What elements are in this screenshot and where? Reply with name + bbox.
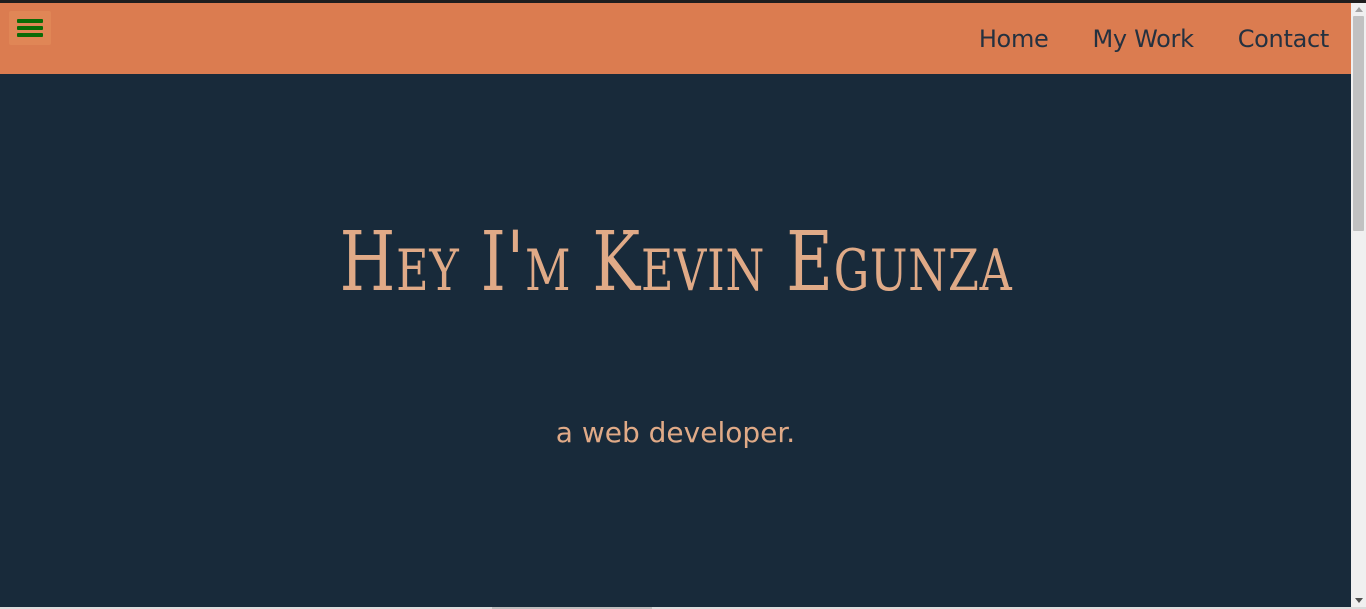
nav-links: Home My Work Contact (935, 23, 1329, 55)
vertical-scrollbar[interactable] (1351, 3, 1366, 607)
hamburger-menu-icon[interactable] (9, 11, 51, 45)
page-viewport: Home My Work Contact Hey I'm Kevin Egunz… (0, 3, 1351, 607)
menu-bar-line (17, 26, 43, 30)
menu-bar-line (17, 33, 43, 37)
menu-bar-line (17, 19, 43, 23)
nav-link-home[interactable]: Home (979, 23, 1049, 55)
scroll-down-arrow-icon[interactable] (1355, 598, 1363, 603)
hero-title: Hey I'm Kevin Egunza (339, 215, 1013, 310)
nav-link-my-work[interactable]: My Work (1093, 23, 1195, 55)
hero-subtitle: a web developer. (555, 416, 796, 449)
navbar: Home My Work Contact (0, 3, 1351, 74)
scroll-thumb[interactable] (1353, 16, 1364, 231)
nav-link-contact[interactable]: Contact (1238, 23, 1330, 55)
scroll-up-arrow-icon[interactable] (1355, 7, 1363, 12)
